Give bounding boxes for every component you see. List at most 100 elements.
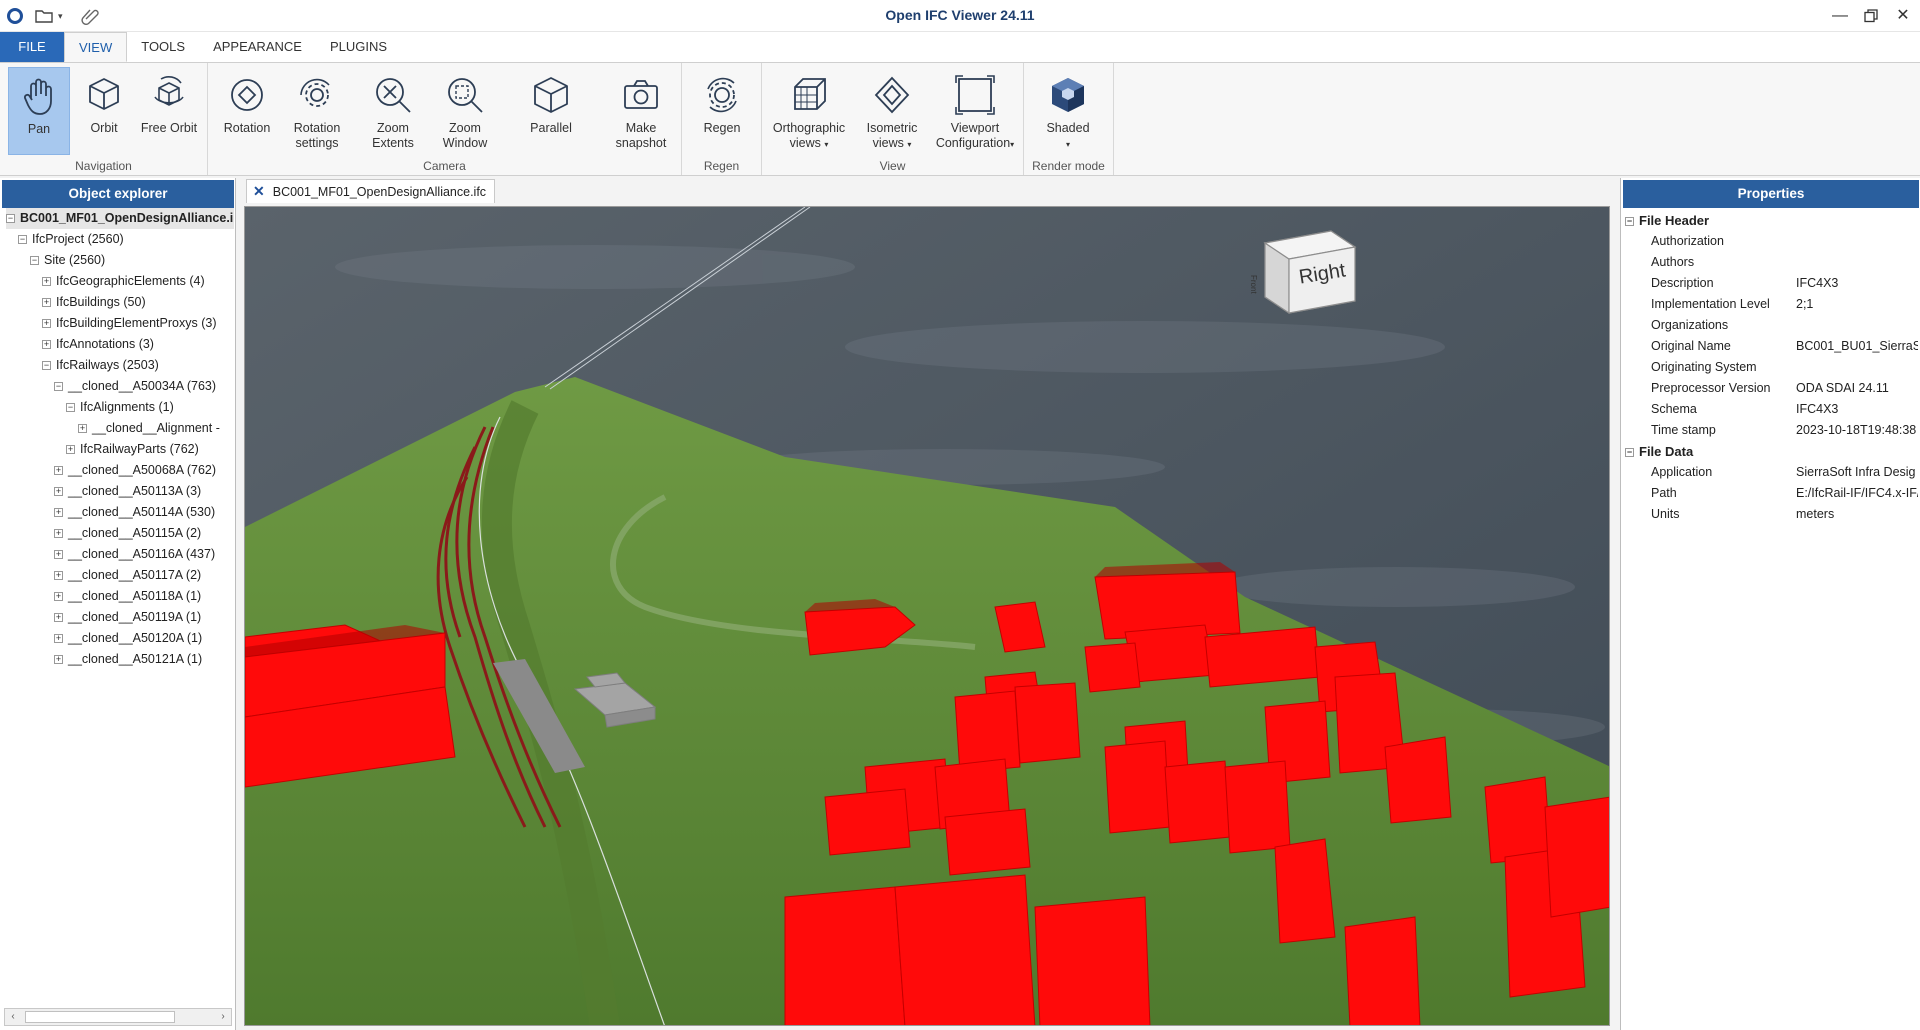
free-orbit-button[interactable]: Free Orbit xyxy=(136,67,202,155)
regen-button[interactable]: Regen xyxy=(690,67,754,155)
document-tab[interactable]: ✕ BC001_MF01_OpenDesignAlliance.ifc xyxy=(246,179,496,203)
expand-icon[interactable]: + xyxy=(42,340,51,349)
property-row[interactable]: Originating System xyxy=(1621,357,1920,378)
parallel-label: Parallel xyxy=(530,121,572,135)
property-row[interactable]: Path E:/IfcRail-IF/IFC4.x-IF/ xyxy=(1621,483,1920,504)
isometric-views-button[interactable]: Isometric views ▾ xyxy=(856,67,928,155)
expand-icon[interactable]: + xyxy=(54,466,63,475)
tree-node[interactable]: + __cloned__A50068A (762) xyxy=(54,460,216,481)
tree-node[interactable]: + IfcBuildings (50) xyxy=(42,292,146,313)
view-cube-front-label[interactable]: Front xyxy=(1249,275,1258,294)
tree-node[interactable]: + __cloned__A50113A (3) xyxy=(54,481,201,502)
collapse-icon[interactable]: − xyxy=(1625,448,1634,457)
expand-icon[interactable]: + xyxy=(66,445,75,454)
expand-icon[interactable]: + xyxy=(78,424,87,433)
collapse-icon[interactable]: − xyxy=(1625,217,1634,226)
tab-tools[interactable]: TOOLS xyxy=(127,32,199,62)
property-row[interactable]: Time stamp 2023-10-18T19:48:38 xyxy=(1621,420,1920,441)
group-regen-label: Regen xyxy=(703,159,740,173)
expand-icon[interactable]: + xyxy=(54,508,63,517)
property-value: 2023-10-18T19:48:38 xyxy=(1796,423,1917,437)
collapse-icon[interactable]: − xyxy=(6,214,15,223)
make-snapshot-button[interactable]: Make snapshot xyxy=(608,67,674,155)
parallel-button[interactable]: Parallel xyxy=(516,67,586,155)
expand-icon[interactable]: + xyxy=(54,634,63,643)
horizontal-scrollbar[interactable]: ‹ › xyxy=(4,1008,232,1026)
scrollbar-thumb[interactable] xyxy=(25,1011,175,1023)
property-row[interactable]: Schema IFC4X3 xyxy=(1621,399,1920,420)
tree-node[interactable]: + IfcAnnotations (3) xyxy=(42,334,154,355)
tree-node[interactable]: + __cloned__A50114A (530) xyxy=(54,502,215,523)
property-row[interactable]: Original Name BC001_BU01_SierraSo xyxy=(1621,336,1920,357)
property-row[interactable]: Description IFC4X3 xyxy=(1621,273,1920,294)
tree-node[interactable]: − IfcRailways (2503) xyxy=(42,355,159,376)
property-row[interactable]: Organizations xyxy=(1621,315,1920,336)
orbit-button[interactable]: Orbit xyxy=(76,67,132,155)
property-row[interactable]: Authors xyxy=(1621,252,1920,273)
expand-icon[interactable]: + xyxy=(42,319,51,328)
minimize-button[interactable]: — xyxy=(1825,4,1855,28)
tree-node[interactable]: − IfcAlignments (1) xyxy=(66,397,174,418)
expand-icon[interactable]: + xyxy=(54,613,63,622)
shaded-button[interactable]: Shaded ▾ xyxy=(1032,67,1104,155)
expand-icon[interactable]: + xyxy=(54,487,63,496)
tree-node[interactable]: − IfcProject (2560) xyxy=(18,229,124,250)
tab-appearance[interactable]: APPEARANCE xyxy=(199,32,316,62)
expand-icon[interactable]: + xyxy=(54,571,63,580)
collapse-icon[interactable]: − xyxy=(30,256,39,265)
scroll-right-icon[interactable]: › xyxy=(215,1009,231,1025)
tree-node[interactable]: + __cloned__A50118A (1) xyxy=(54,586,201,607)
close-tab-icon[interactable]: ✕ xyxy=(253,183,265,200)
tree-node[interactable]: + __cloned__A50119A (1) xyxy=(54,607,201,628)
tab-view[interactable]: VIEW xyxy=(64,32,128,62)
zoom-extents-button[interactable]: Zoom Extents xyxy=(360,67,426,155)
property-row[interactable]: Units meters xyxy=(1621,504,1920,525)
3d-viewport[interactable]: Right Front xyxy=(244,206,1610,1026)
expand-icon[interactable]: + xyxy=(42,298,51,307)
property-row[interactable]: Preprocessor Version ODA SDAI 24.11 xyxy=(1621,378,1920,399)
tree-node[interactable]: + __cloned__A50121A (1) xyxy=(54,649,202,670)
tab-file[interactable]: FILE xyxy=(0,32,64,62)
scroll-left-icon[interactable]: ‹ xyxy=(5,1009,21,1025)
tree-node[interactable]: + __cloned__A50120A (1) xyxy=(54,628,202,649)
view-cube[interactable]: Right Front xyxy=(1249,227,1365,317)
tree-node[interactable]: + __cloned__A50117A (2) xyxy=(54,565,201,586)
tree-node[interactable]: + __cloned__Alignment - xyxy=(78,418,220,439)
property-row[interactable]: Authorization xyxy=(1621,231,1920,252)
viewport-configuration-button[interactable]: Viewport Configuration▾ xyxy=(930,67,1020,155)
expand-icon[interactable]: + xyxy=(54,529,63,538)
scene-canvas[interactable] xyxy=(245,207,1610,1026)
tree-node[interactable]: + IfcGeographicElements (4) xyxy=(42,271,205,292)
tree-node[interactable]: + IfcRailwayParts (762) xyxy=(66,439,199,460)
property-section-title: File Header xyxy=(1639,213,1710,228)
expand-icon[interactable]: + xyxy=(54,655,63,664)
rotation-settings-button[interactable]: Rotation settings xyxy=(282,67,352,155)
tree-node-label: IfcRailwayParts (762) xyxy=(80,442,199,456)
collapse-icon[interactable]: − xyxy=(18,235,27,244)
collapse-icon[interactable]: − xyxy=(66,403,75,412)
collapse-icon[interactable]: − xyxy=(42,361,51,370)
property-section[interactable]: − File Header xyxy=(1625,210,1709,231)
property-section[interactable]: − File Data xyxy=(1625,441,1693,462)
tree-node[interactable]: + __cloned__A50115A (2) xyxy=(54,523,201,544)
tab-plugins[interactable]: PLUGINS xyxy=(316,32,401,62)
pan-button[interactable]: Pan xyxy=(8,67,70,155)
property-row[interactable]: Application SierraSoft Infra Desig xyxy=(1621,462,1920,483)
tree-node[interactable]: + __cloned__A50116A (437) xyxy=(54,544,215,565)
group-render-mode-label: Render mode xyxy=(1032,159,1105,173)
property-row[interactable]: Implementation Level 2;1 xyxy=(1621,294,1920,315)
tree-node[interactable]: + IfcBuildingElementProxys (3) xyxy=(42,313,216,334)
orthographic-views-button[interactable]: Orthographic views ▾ xyxy=(766,67,852,155)
rotation-button[interactable]: Rotation xyxy=(216,67,278,155)
expand-icon[interactable]: + xyxy=(54,550,63,559)
zoom-window-button[interactable]: Zoom Window xyxy=(430,67,500,155)
expand-icon[interactable]: + xyxy=(42,277,51,286)
tree-node[interactable]: − __cloned__A50034A (763) xyxy=(54,376,216,397)
tree-node-label: IfcBuildingElementProxys (3) xyxy=(56,316,217,330)
tree-node[interactable]: − BC001_MF01_OpenDesignAlliance.i xyxy=(6,208,234,229)
tree-node[interactable]: − Site (2560) xyxy=(30,250,105,271)
close-window-button[interactable]: ✕ xyxy=(1888,4,1918,28)
maximize-button[interactable] xyxy=(1856,4,1886,28)
expand-icon[interactable]: + xyxy=(54,592,63,601)
collapse-icon[interactable]: − xyxy=(54,382,63,391)
